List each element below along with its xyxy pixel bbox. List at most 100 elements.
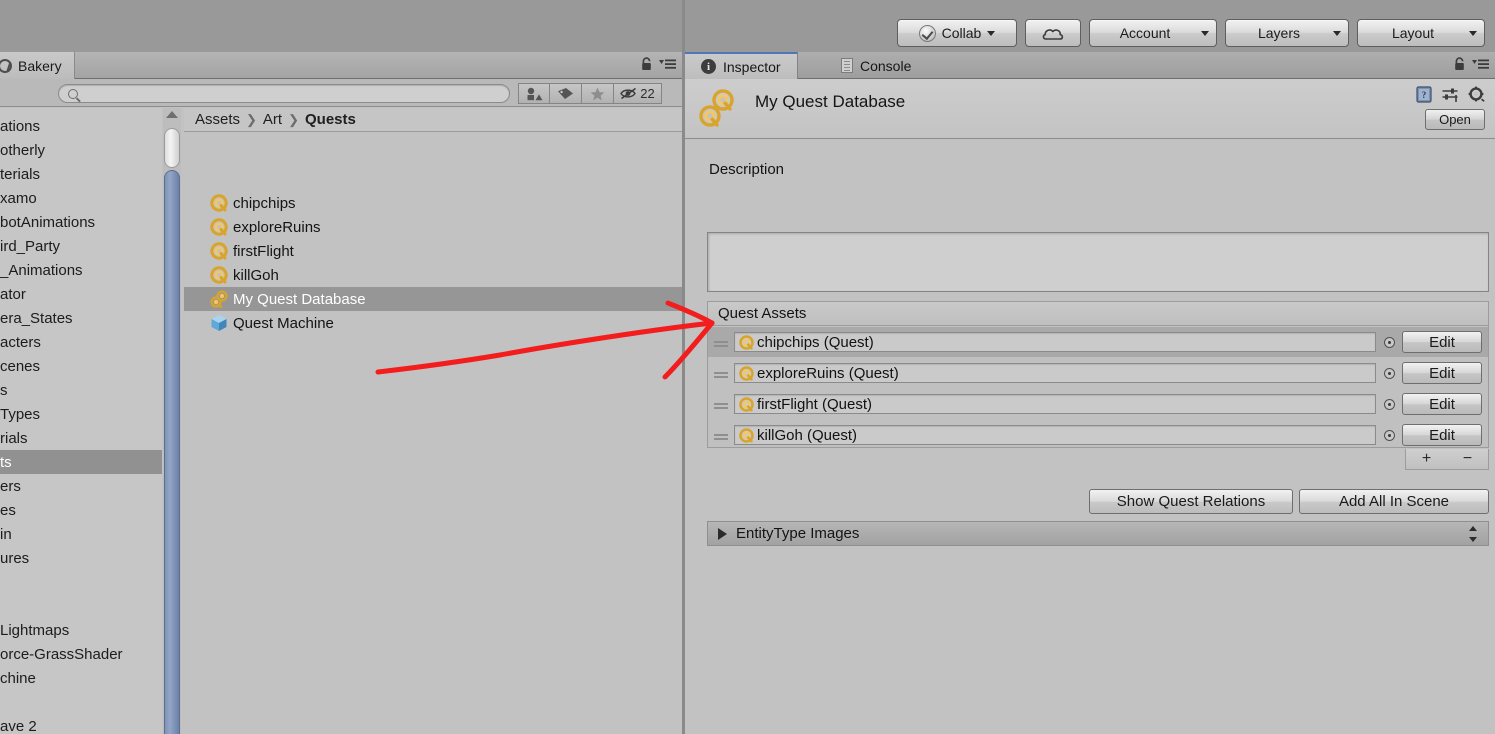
folder-tree-item[interactable]: _Animations <box>0 258 162 282</box>
quest-object-field-label: exploreRuins (Quest) <box>757 364 899 382</box>
tab-bakery[interactable]: Bakery <box>0 52 75 79</box>
tab-console[interactable]: Console <box>825 52 927 79</box>
drag-handle-icon[interactable] <box>708 420 734 450</box>
quest-icon <box>739 427 754 443</box>
reorder-arrows-icon[interactable] <box>1468 526 1478 542</box>
scrollbar-thumb[interactable] <box>164 170 180 734</box>
drag-handle-icon[interactable] <box>708 358 734 388</box>
add-item-button[interactable]: + <box>1406 449 1447 469</box>
edit-button[interactable]: Edit <box>1402 362 1482 384</box>
folder-tree-item-label: era_States <box>0 309 73 327</box>
breadcrumb-item-quests[interactable]: Quests <box>305 111 356 128</box>
folder-tree-item[interactable]: otherly <box>0 138 162 162</box>
folder-tree-item[interactable]: ird_Party <box>0 234 162 258</box>
asset-list-item[interactable]: firstFlight <box>184 239 682 263</box>
help-icon[interactable]: ? <box>1416 86 1432 103</box>
filter-by-type-button[interactable] <box>518 83 550 104</box>
show-quest-relations-button[interactable]: Show Quest Relations <box>1089 489 1293 514</box>
quest-object-field[interactable]: killGoh (Quest) <box>734 425 1376 445</box>
collab-button[interactable]: Collab <box>897 19 1017 47</box>
layout-button[interactable]: Layout <box>1357 19 1485 47</box>
preset-icon[interactable] <box>1442 87 1458 103</box>
folder-tree-item[interactable]: orce-GrassShader <box>0 642 162 666</box>
quest-object-field[interactable]: firstFlight (Quest) <box>734 394 1376 414</box>
edit-button[interactable]: Edit <box>1402 393 1482 415</box>
folder-tree-item[interactable]: Types <box>0 402 162 426</box>
folder-tree-item[interactable]: rials <box>0 426 162 450</box>
folder-tree-item[interactable]: era_States <box>0 306 162 330</box>
folder-tree-item[interactable]: cenes <box>0 354 162 378</box>
add-all-in-scene-button[interactable]: Add All In Scene <box>1299 489 1489 514</box>
hamburger-menu-icon[interactable] <box>1472 58 1489 70</box>
quest-object-field[interactable]: chipchips (Quest) <box>734 332 1376 352</box>
open-button[interactable]: Open <box>1425 109 1485 130</box>
scroll-up-icon[interactable] <box>166 111 178 118</box>
object-picker-icon[interactable] <box>1376 389 1402 419</box>
folder-tree-item[interactable]: ator <box>0 282 162 306</box>
folder-tree-item[interactable]: terials <box>0 162 162 186</box>
hamburger-menu-icon[interactable] <box>659 58 676 70</box>
edit-button[interactable]: Edit <box>1402 331 1482 353</box>
quest-asset-row[interactable]: firstFlight (Quest) Edit <box>708 389 1488 419</box>
folder-tree-item[interactable]: Lightmaps <box>0 618 162 642</box>
quest-object-field[interactable]: exploreRuins (Quest) <box>734 363 1376 383</box>
description-label: Description <box>709 161 785 178</box>
quest-asset-row[interactable]: exploreRuins (Quest) Edit <box>708 358 1488 388</box>
scrollbar-thumb-top[interactable] <box>164 128 180 168</box>
folder-tree-item[interactable]: ts <box>0 450 162 474</box>
folder-tree-item[interactable]: ations <box>0 114 162 138</box>
filter-favorites-button[interactable] <box>582 83 614 104</box>
drag-handle-icon[interactable] <box>708 389 734 419</box>
filter-by-label-button[interactable] <box>550 83 582 104</box>
edit-button[interactable]: Edit <box>1402 424 1482 446</box>
quest-icon <box>210 218 228 236</box>
folder-tree-scrollbar[interactable] <box>163 108 181 734</box>
asset-list-item[interactable]: exploreRuins <box>184 215 682 239</box>
quest-asset-row[interactable]: chipchips (Quest) Edit <box>708 327 1488 357</box>
object-picker-icon[interactable] <box>1376 327 1402 357</box>
object-picker-icon[interactable] <box>1376 358 1402 388</box>
object-picker-icon[interactable] <box>1376 420 1402 450</box>
asset-list-item[interactable]: Quest Machine <box>184 311 682 335</box>
lock-icon[interactable] <box>640 57 653 71</box>
hidden-assets-count-button[interactable]: 22 <box>614 83 662 104</box>
search-input[interactable] <box>84 85 500 102</box>
project-tabbar-controls <box>640 57 676 71</box>
folder-tree-item[interactable]: botAnimations <box>0 210 162 234</box>
folder-tree-item[interactable]: acters <box>0 330 162 354</box>
remove-item-button[interactable]: − <box>1447 449 1488 469</box>
folder-tree-item[interactable]: ers <box>0 474 162 498</box>
account-button[interactable]: Account <box>1089 19 1217 47</box>
folder-tree-item[interactable]: xamo <box>0 186 162 210</box>
breadcrumb-item-art[interactable]: Art <box>263 111 282 128</box>
cloud-icon <box>1042 26 1064 40</box>
chevron-down-icon <box>1469 30 1477 36</box>
tab-inspector-label: Inspector <box>723 58 781 75</box>
folder-tree-item-label: botAnimations <box>0 213 96 231</box>
folder-tree-item[interactable]: chine <box>0 666 162 690</box>
settings-gear-icon[interactable] <box>1468 86 1485 103</box>
folder-tree-item[interactable]: ures <box>0 546 162 570</box>
cloud-services-button[interactable] <box>1025 19 1081 47</box>
quest-asset-row[interactable]: killGoh (Quest) Edit <box>708 420 1488 450</box>
search-field[interactable] <box>58 84 510 103</box>
folder-tree-item[interactable]: in <box>0 522 162 546</box>
folder-tree-item-label: ave 2 <box>0 717 37 734</box>
asset-list-item[interactable]: My Quest Database <box>184 287 682 311</box>
asset-list-item[interactable]: chipchips <box>184 191 682 215</box>
asset-list-item[interactable]: killGoh <box>184 263 682 287</box>
drag-handle-icon[interactable] <box>708 327 734 357</box>
description-field[interactable] <box>707 232 1489 292</box>
folder-tree-item-label: ator <box>0 285 26 303</box>
tab-inspector[interactable]: i Inspector <box>685 52 798 79</box>
breadcrumb-item-assets[interactable]: Assets <box>195 111 240 128</box>
layers-button[interactable]: Layers <box>1225 19 1349 47</box>
folder-tree-item[interactable]: ave 2 <box>0 714 162 734</box>
folder-tree-item[interactable]: es <box>0 498 162 522</box>
collab-check-icon <box>918 24 936 42</box>
entitytype-images-foldout[interactable]: EntityType Images <box>707 521 1489 546</box>
folder-tree-item-label: acters <box>0 333 41 351</box>
lock-icon[interactable] <box>1453 57 1466 71</box>
breadcrumb: Assets ❯ Art ❯ Quests <box>184 108 682 132</box>
folder-tree-item[interactable]: s <box>0 378 162 402</box>
